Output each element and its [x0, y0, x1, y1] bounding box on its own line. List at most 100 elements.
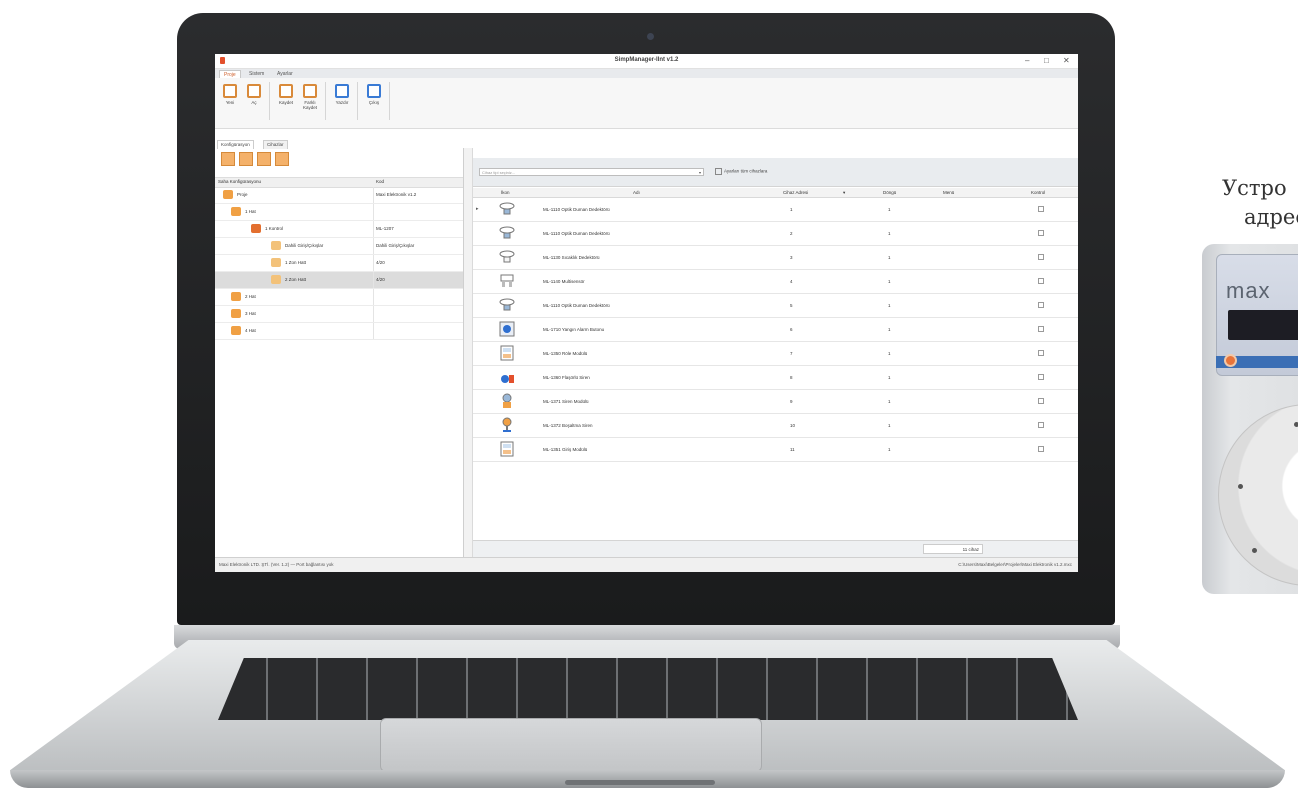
- save-button[interactable]: Kaydet: [275, 82, 297, 118]
- device-row[interactable]: ▸ ML-1110 Optik Duman Dedektörü 1 1: [473, 198, 1078, 222]
- device-list-panel: Cihaz tipi seçiniz... ▾ Ayarları tüm cih…: [473, 158, 1078, 559]
- device-row[interactable]: ML-1110 Optik Duman Dedektörü 5 1: [473, 294, 1078, 318]
- sort-icon[interactable]: ▾: [843, 190, 845, 196]
- tab-sistem[interactable]: Sistem: [245, 70, 268, 78]
- folder-icon: [271, 275, 281, 284]
- exit-button-label: Çıkış: [368, 100, 380, 105]
- device-row[interactable]: ML-1360 Flaşörlü Siren 8 1: [473, 366, 1078, 390]
- network-icon: [231, 326, 241, 335]
- device-address: 11: [790, 447, 795, 452]
- save-as-button[interactable]: Farklı Kaydet: [299, 82, 321, 118]
- tree-node-code: 4/20: [376, 260, 385, 265]
- add-node-icon[interactable]: [221, 152, 235, 166]
- device-loop: 1: [888, 303, 891, 308]
- detector-vent-icon: [1238, 484, 1243, 489]
- smoke-detector-icon: [499, 202, 515, 215]
- device-name: ML-1140 Multisensör: [543, 279, 585, 284]
- device-row[interactable]: ML-1372 Boşaltma Siren 10 1: [473, 414, 1078, 438]
- device-address: 6: [790, 327, 793, 332]
- device-row[interactable]: ML-1371 Siren Modülü 9 1: [473, 390, 1078, 414]
- device-row[interactable]: ML-1130 Sıcaklık Dedektörü 3 1: [473, 246, 1078, 270]
- heat-detector-icon: [499, 250, 515, 263]
- column-divider: [373, 272, 374, 288]
- tab-configuration[interactable]: Konfigürasyon: [217, 140, 254, 149]
- minimize-button[interactable]: –: [1025, 56, 1029, 65]
- device-loop: 1: [888, 279, 891, 284]
- device-name: ML-1110 Optik Duman Dedektörü: [543, 303, 610, 308]
- tree-row[interactable]: 4 Hat: [215, 323, 463, 340]
- tab-ayarlar[interactable]: Ayarlar: [273, 70, 297, 78]
- open-button-label: Aç: [251, 100, 257, 105]
- device-row[interactable]: ML-1350 Röle Modülü 7 1: [473, 342, 1078, 366]
- control-checkbox[interactable]: [1038, 374, 1044, 380]
- device-row[interactable]: ML-1110 Optik Duman Dedektörü 2 1: [473, 222, 1078, 246]
- tree-node-label: 4 Hat: [245, 328, 256, 333]
- evacuation-siren-icon: [502, 417, 512, 432]
- tree-node-label: 3 Hat: [245, 311, 256, 316]
- maximize-button[interactable]: □: [1044, 56, 1049, 65]
- print-button[interactable]: Yazdır: [331, 82, 353, 118]
- tree-row[interactable]: 2 Hat: [215, 289, 463, 306]
- title-bar: SimpManager-IInt v1.2 – □ ✕: [215, 54, 1078, 69]
- control-checkbox[interactable]: [1038, 326, 1044, 332]
- tree-node-code: Maxi Elektronik v1.2: [376, 192, 417, 197]
- tree-row[interactable]: Dahili Giriş/Çıkışlar Dahili Giriş/Çıkış…: [215, 238, 463, 255]
- control-checkbox[interactable]: [1038, 230, 1044, 236]
- device-name: ML-1351 Giriş Modülü: [543, 447, 588, 452]
- column-name: Adı: [633, 190, 640, 195]
- column-divider: [373, 289, 374, 305]
- panel-splitter[interactable]: [464, 148, 473, 558]
- tree-node-code: 4/20: [376, 277, 385, 282]
- column-divider: [373, 204, 374, 220]
- caption-line-2: адрес: [1244, 205, 1298, 229]
- device-name: ML-1371 Siren Modülü: [543, 399, 589, 404]
- multisensor-icon: [500, 274, 514, 287]
- tree-row-selected[interactable]: 2 Zon Hatt 4/20: [215, 272, 463, 289]
- control-checkbox[interactable]: [1038, 446, 1044, 452]
- apply-all-checkbox[interactable]: Ayarları tüm cihazlara: [715, 168, 767, 175]
- open-button[interactable]: Aç: [243, 82, 265, 118]
- checkbox-box[interactable]: [715, 168, 722, 175]
- tree-node-label: Dahili Giriş/Çıkışlar: [285, 243, 324, 248]
- tree-row[interactable]: Proje Maxi Elektronik v1.2: [215, 187, 463, 204]
- device-row[interactable]: ML-1351 Giriş Modülü 11 1: [473, 438, 1078, 462]
- control-checkbox[interactable]: [1038, 302, 1044, 308]
- network-icon: [223, 190, 233, 199]
- tree-row[interactable]: 1 Kontrol ML-1207: [215, 221, 463, 238]
- tree-row[interactable]: 3 Hat: [215, 306, 463, 323]
- print-icon: [335, 84, 349, 98]
- device-row[interactable]: ML-1710 Yangın Alarm Butonu 6 1: [473, 318, 1078, 342]
- device-name: ML-1372 Boşaltma Siren: [543, 423, 593, 428]
- tree-column-code: Kod: [376, 179, 385, 184]
- status-file-path: C:\Users\Maxi\Belgeler\Projeler\Maxi Ele…: [958, 562, 1072, 567]
- tree-row[interactable]: 1 Hat: [215, 204, 463, 221]
- control-checkbox[interactable]: [1038, 398, 1044, 404]
- control-checkbox[interactable]: [1038, 422, 1044, 428]
- control-checkbox[interactable]: [1038, 254, 1044, 260]
- close-button[interactable]: ✕: [1063, 56, 1070, 65]
- control-checkbox[interactable]: [1038, 206, 1044, 212]
- laptop-front-edge: [10, 770, 1285, 788]
- device-name: ML-1350 Röle Modülü: [543, 351, 588, 356]
- column-divider: [373, 221, 374, 237]
- keyboard: [218, 658, 1078, 720]
- call-point-icon: [499, 321, 515, 337]
- control-checkbox[interactable]: [1038, 278, 1044, 284]
- control-checkbox[interactable]: [1038, 350, 1044, 356]
- device-loop: 1: [888, 255, 891, 260]
- delete-node-icon[interactable]: [239, 152, 253, 166]
- device-name: ML-1110 Optik Duman Dedektörü: [543, 231, 610, 236]
- device-loop: 1: [888, 351, 891, 356]
- open-folder-icon: [247, 84, 261, 98]
- tab-devices[interactable]: Cihazlar: [263, 140, 288, 149]
- tree-node-code: Dahili Giriş/Çıkışlar: [376, 243, 415, 248]
- ribbon-separator: [357, 82, 358, 120]
- device-row[interactable]: ML-1140 Multisensör 4 1: [473, 270, 1078, 294]
- exit-button[interactable]: Çıkış: [363, 82, 385, 118]
- device-display: [1228, 310, 1298, 340]
- device-type-combo[interactable]: Cihaz tipi seçiniz... ▾: [479, 168, 704, 176]
- move-up-icon[interactable]: [257, 152, 271, 166]
- tree-row[interactable]: 1 Zon Hatt 4/20: [215, 255, 463, 272]
- new-button[interactable]: Yeni: [219, 82, 241, 118]
- move-down-icon[interactable]: [275, 152, 289, 166]
